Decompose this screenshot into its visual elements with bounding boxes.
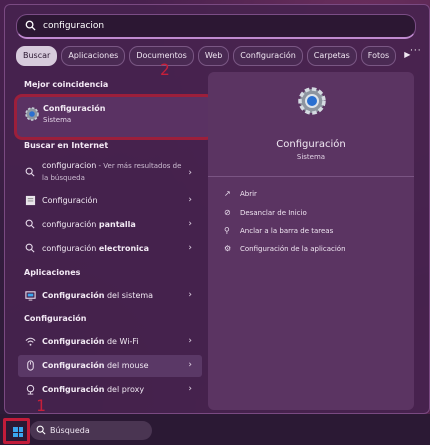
config-result-text: Configuración de Wi-Fi [42, 337, 139, 346]
search-icon [25, 167, 35, 177]
best-match-item[interactable]: Configuración Sistema [14, 94, 214, 140]
chevron-right-icon[interactable]: › [188, 384, 192, 394]
best-match-subtitle: Sistema [43, 116, 72, 124]
chevron-right-icon[interactable]: › [188, 243, 192, 253]
pin-icon: ⚲ [224, 226, 230, 235]
chevron-right-icon[interactable]: › [188, 219, 192, 229]
action-app-settings[interactable]: ⚙ Configuración de la aplicación [224, 244, 346, 253]
tab-fotos[interactable]: Fotos [360, 46, 397, 66]
gear-icon: ⚙ [224, 244, 232, 253]
divider [208, 176, 414, 177]
web-result-text: configuracion - Ver más resultados de la… [42, 161, 182, 182]
filter-tabs: Buscar Aplicaciones Documentos Web Confi… [16, 46, 414, 66]
web-result-4[interactable]: configuración electronica › [18, 238, 202, 260]
wifi-icon [25, 337, 36, 346]
windows-logo-icon [13, 427, 23, 437]
settings-gear-icon [298, 87, 326, 115]
chevron-right-icon[interactable]: › [188, 195, 192, 205]
app-result-1[interactable]: Configuración del sistema › [18, 285, 202, 307]
chevron-right-icon[interactable]: › [188, 336, 192, 346]
web-result-text: Configuración [42, 196, 98, 205]
section-config: Configuración [24, 314, 87, 323]
tab-carpetas[interactable]: Carpetas [306, 46, 357, 66]
globe-icon [26, 384, 35, 395]
action-open[interactable]: ↗ Abrir [224, 189, 257, 198]
tab-configuracion[interactable]: Configuración [233, 46, 303, 66]
section-best-match: Mejor coincidencia [24, 80, 109, 89]
search-icon [25, 20, 36, 31]
detail-title: Configuración [276, 139, 346, 150]
section-web: Buscar en Internet [24, 141, 109, 150]
search-icon [36, 425, 46, 435]
annotation-two: 2 [160, 60, 170, 79]
unpin-icon: ⊘ [224, 208, 231, 217]
settings-gear-icon [25, 107, 39, 121]
taskbar-search-label: Búsqueda [50, 426, 90, 435]
document-icon [25, 195, 36, 206]
chevron-right-icon[interactable]: › [188, 290, 192, 300]
action-pin-taskbar[interactable]: ⚲ Anclar a la barra de tareas [224, 226, 333, 235]
more-options-icon[interactable]: ··· [410, 46, 422, 56]
search-icon [25, 243, 35, 253]
section-apps: Aplicaciones [24, 268, 81, 277]
config-result-text: Configuración del mouse [42, 361, 149, 370]
tab-buscar[interactable]: Buscar [16, 46, 58, 66]
open-external-icon: ↗ [224, 189, 231, 198]
tab-aplicaciones[interactable]: Aplicaciones [61, 46, 126, 66]
detail-subtitle: Sistema [296, 153, 326, 161]
chevron-right-icon[interactable]: › [188, 168, 192, 178]
web-result-3[interactable]: configuración pantalla › [18, 214, 202, 236]
web-result-2[interactable]: Configuración › [18, 190, 202, 212]
tab-web[interactable]: Web [197, 46, 230, 66]
chevron-right-icon[interactable]: › [188, 360, 192, 370]
app-result-text: Configuración del sistema [42, 291, 154, 300]
config-result-text: Configuración del proxy [42, 385, 145, 394]
start-button[interactable] [3, 418, 30, 444]
config-result-wifi[interactable]: Configuración de Wi-Fi › [18, 331, 202, 353]
search-box[interactable]: configuracion [16, 14, 416, 39]
web-result-text: configuración pantalla [42, 220, 136, 229]
action-unpin-start[interactable]: ⊘ Desanclar de Inicio [224, 208, 307, 217]
mouse-icon [27, 360, 34, 371]
web-result-1[interactable]: configuracion - Ver más resultados de la… [18, 158, 202, 188]
taskbar-search[interactable]: Búsqueda [30, 421, 152, 440]
monitor-icon [25, 291, 36, 301]
search-icon [25, 219, 35, 229]
config-result-mouse[interactable]: Configuración del mouse › [18, 355, 202, 377]
detail-panel: Configuración Sistema ↗ Abrir ⊘ Desanclar … [208, 72, 414, 410]
annotation-one: 1 [36, 396, 46, 415]
web-result-text: configuración electronica [42, 244, 150, 253]
search-input[interactable]: configuracion [43, 21, 104, 31]
best-match-title: Configuración [43, 104, 106, 113]
